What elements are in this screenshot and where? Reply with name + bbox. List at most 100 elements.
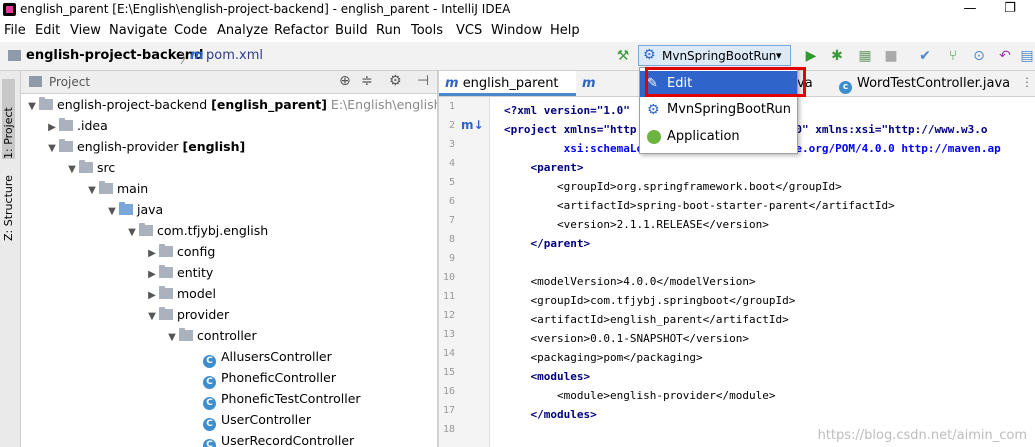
tree-node-class[interactable]: C PhoneficController — [203, 367, 336, 389]
tab-english-parent[interactable]: m english_parent ✕ — [439, 71, 576, 116]
tab-english[interactable]: m english — [576, 71, 646, 116]
module-folder-icon — [39, 97, 53, 110]
menu-view[interactable]: View — [70, 23, 101, 38]
code-line: </modules> — [504, 408, 597, 421]
locate-icon[interactable]: ⊕ — [339, 73, 351, 89]
tree-node-main[interactable]: ▼ main — [85, 178, 148, 199]
menu-window[interactable]: Window — [491, 23, 542, 38]
tree-node-label: UserRecordController — [221, 433, 355, 447]
run-icon[interactable]: ▶ — [802, 47, 820, 65]
chevron-down-icon: ▼ — [68, 164, 76, 175]
line-number: 16 — [442, 386, 455, 397]
tree-node-class[interactable]: C UserController — [203, 409, 311, 431]
line-number: 13 — [442, 329, 455, 340]
coverage-icon[interactable]: ▦ — [856, 47, 874, 65]
menu-navigate[interactable]: Navigate — [109, 23, 167, 38]
tree-node-label: model — [177, 286, 216, 301]
sidebar-tab-structure[interactable]: Z: Structure — [2, 171, 15, 241]
tree-node-label: entity — [177, 265, 214, 280]
menu-help[interactable]: Help — [550, 23, 580, 38]
menu-run[interactable]: Run — [376, 23, 401, 38]
project-panel-header: Project ⊕ ≑ ⚙ ⊣ — [21, 71, 437, 94]
highlight-annotation-box — [645, 67, 806, 97]
tree-node-config[interactable]: ▶ config — [145, 241, 215, 262]
build-hammer-icon[interactable]: ⚒ — [614, 47, 632, 65]
debug-icon[interactable]: ✱ — [828, 47, 846, 65]
tree-node-controller[interactable]: ▼ controller — [165, 325, 257, 346]
tree-node-idea[interactable]: ▶ .idea — [45, 115, 108, 136]
code-line: <artifactId>spring-boot-starter-parent</… — [504, 199, 895, 212]
menu-edit[interactable]: Edit — [35, 23, 60, 38]
menu-item-mvnspringbootrun[interactable]: ⚙ MvnSpringBootRun — [640, 97, 797, 123]
chevron-down-icon: ▼ — [128, 227, 136, 238]
vcs-update-icon[interactable]: ✔ — [916, 47, 934, 65]
tree-node-entity[interactable]: ▶ entity — [145, 262, 213, 283]
line-number: 11 — [442, 291, 455, 302]
breadcrumb-project[interactable]: english-project-backend — [26, 48, 203, 63]
breadcrumb-file[interactable]: pom.xml — [206, 48, 263, 63]
settings-gear-icon[interactable]: ⚙ — [389, 73, 402, 89]
menu-code[interactable]: Code — [174, 23, 207, 38]
tree-node-provider[interactable]: ▼ provider — [145, 304, 229, 325]
tree-node-class[interactable]: C PhoneficTestController — [203, 388, 361, 410]
chevron-down-icon: ▼ — [28, 101, 36, 112]
tree-node-package-root[interactable]: ▼ com.tfjybj.english — [125, 220, 268, 241]
menu-item-label: Application — [667, 129, 740, 144]
maven-gutter-icon[interactable]: m↓ — [461, 118, 484, 132]
tree-node-label: main — [117, 181, 149, 196]
menu-vcs[interactable]: VCS — [456, 23, 482, 38]
hide-panel-icon[interactable]: ⊣ — [417, 73, 429, 89]
tree-node-label: provider — [177, 307, 230, 322]
tree-node-label: src — [97, 160, 116, 175]
package-icon — [139, 223, 153, 236]
line-number: 12 — [442, 310, 455, 321]
tree-node-label: AllusersController — [221, 349, 332, 364]
package-icon — [159, 265, 173, 278]
chevron-down-icon: ▾ — [776, 49, 782, 62]
tree-node-src[interactable]: ▼ src — [65, 157, 115, 178]
line-number: 8 — [448, 234, 455, 245]
tree-node-label: english-provider — [77, 139, 179, 154]
run-configuration-selector[interactable]: ⚙ MvnSpringBootRun ▾ — [638, 45, 791, 66]
source-folder-icon — [119, 202, 133, 215]
collapse-all-icon[interactable]: ≑ — [361, 73, 373, 89]
package-icon — [159, 307, 173, 320]
window-title: english_parent [E:\English\english-proje… — [20, 2, 511, 16]
tree-node-class[interactable]: C AllusersController — [203, 346, 332, 368]
module-folder-icon — [8, 50, 21, 61]
maven-file-icon: m — [190, 48, 204, 63]
menu-build[interactable]: Build — [335, 23, 368, 38]
code-line: <modules> — [504, 370, 591, 383]
tree-node-class[interactable]: C UserRecordController — [203, 430, 354, 447]
tree-node-java[interactable]: ▼ java — [105, 199, 163, 220]
tree-node-root[interactable]: ▼ english-project-backend [english_parent… — [25, 94, 437, 115]
module-folder-icon — [59, 139, 73, 152]
line-number: 1 — [448, 101, 455, 112]
folder-icon — [59, 118, 73, 131]
stop-icon[interactable]: ■ — [882, 47, 900, 65]
maximize-button[interactable]: ❐ — [990, 0, 1030, 20]
minimize-button[interactable]: — — [950, 0, 990, 20]
tab-word-test-controller[interactable]: cWordTestController.java ✕ — [833, 71, 1023, 116]
menu-item-application[interactable]: Application — [640, 124, 797, 150]
package-icon — [159, 286, 173, 299]
watermark: https://blog.csdn.net/aimin_com — [817, 428, 1027, 443]
menu-file[interactable]: File — [4, 23, 26, 38]
vcs-history-icon[interactable]: ⊙ — [970, 47, 988, 65]
line-number: 6 — [448, 196, 455, 207]
menu-tools[interactable]: Tools — [411, 23, 443, 38]
project-structure-icon[interactable]: ▤ — [1018, 47, 1035, 65]
tab-overflow-icon[interactable]: ⋮ — [1021, 75, 1033, 89]
sidebar-tab-project[interactable]: 1: Project — [2, 79, 15, 159]
line-number: 5 — [448, 177, 455, 188]
tree-node-model[interactable]: ▶ model — [145, 283, 216, 304]
menu-analyze[interactable]: Analyze — [217, 23, 268, 38]
line-number: 10 — [442, 272, 455, 283]
vcs-rollback-icon[interactable]: ↶ — [996, 47, 1014, 65]
editor-gutter: 1 2 3 4 5 6 7 8 9 10 11 12 13 14 15 16 1… — [439, 97, 490, 447]
menu-refactor[interactable]: Refactor — [274, 23, 329, 38]
tree-node-module-name: [english] — [182, 139, 246, 154]
tree-node-label: PhoneficController — [221, 370, 336, 385]
vcs-branch-icon[interactable]: ⑂ — [944, 47, 962, 65]
tree-node-english-provider[interactable]: ▼ english-provider [english] — [45, 136, 245, 157]
